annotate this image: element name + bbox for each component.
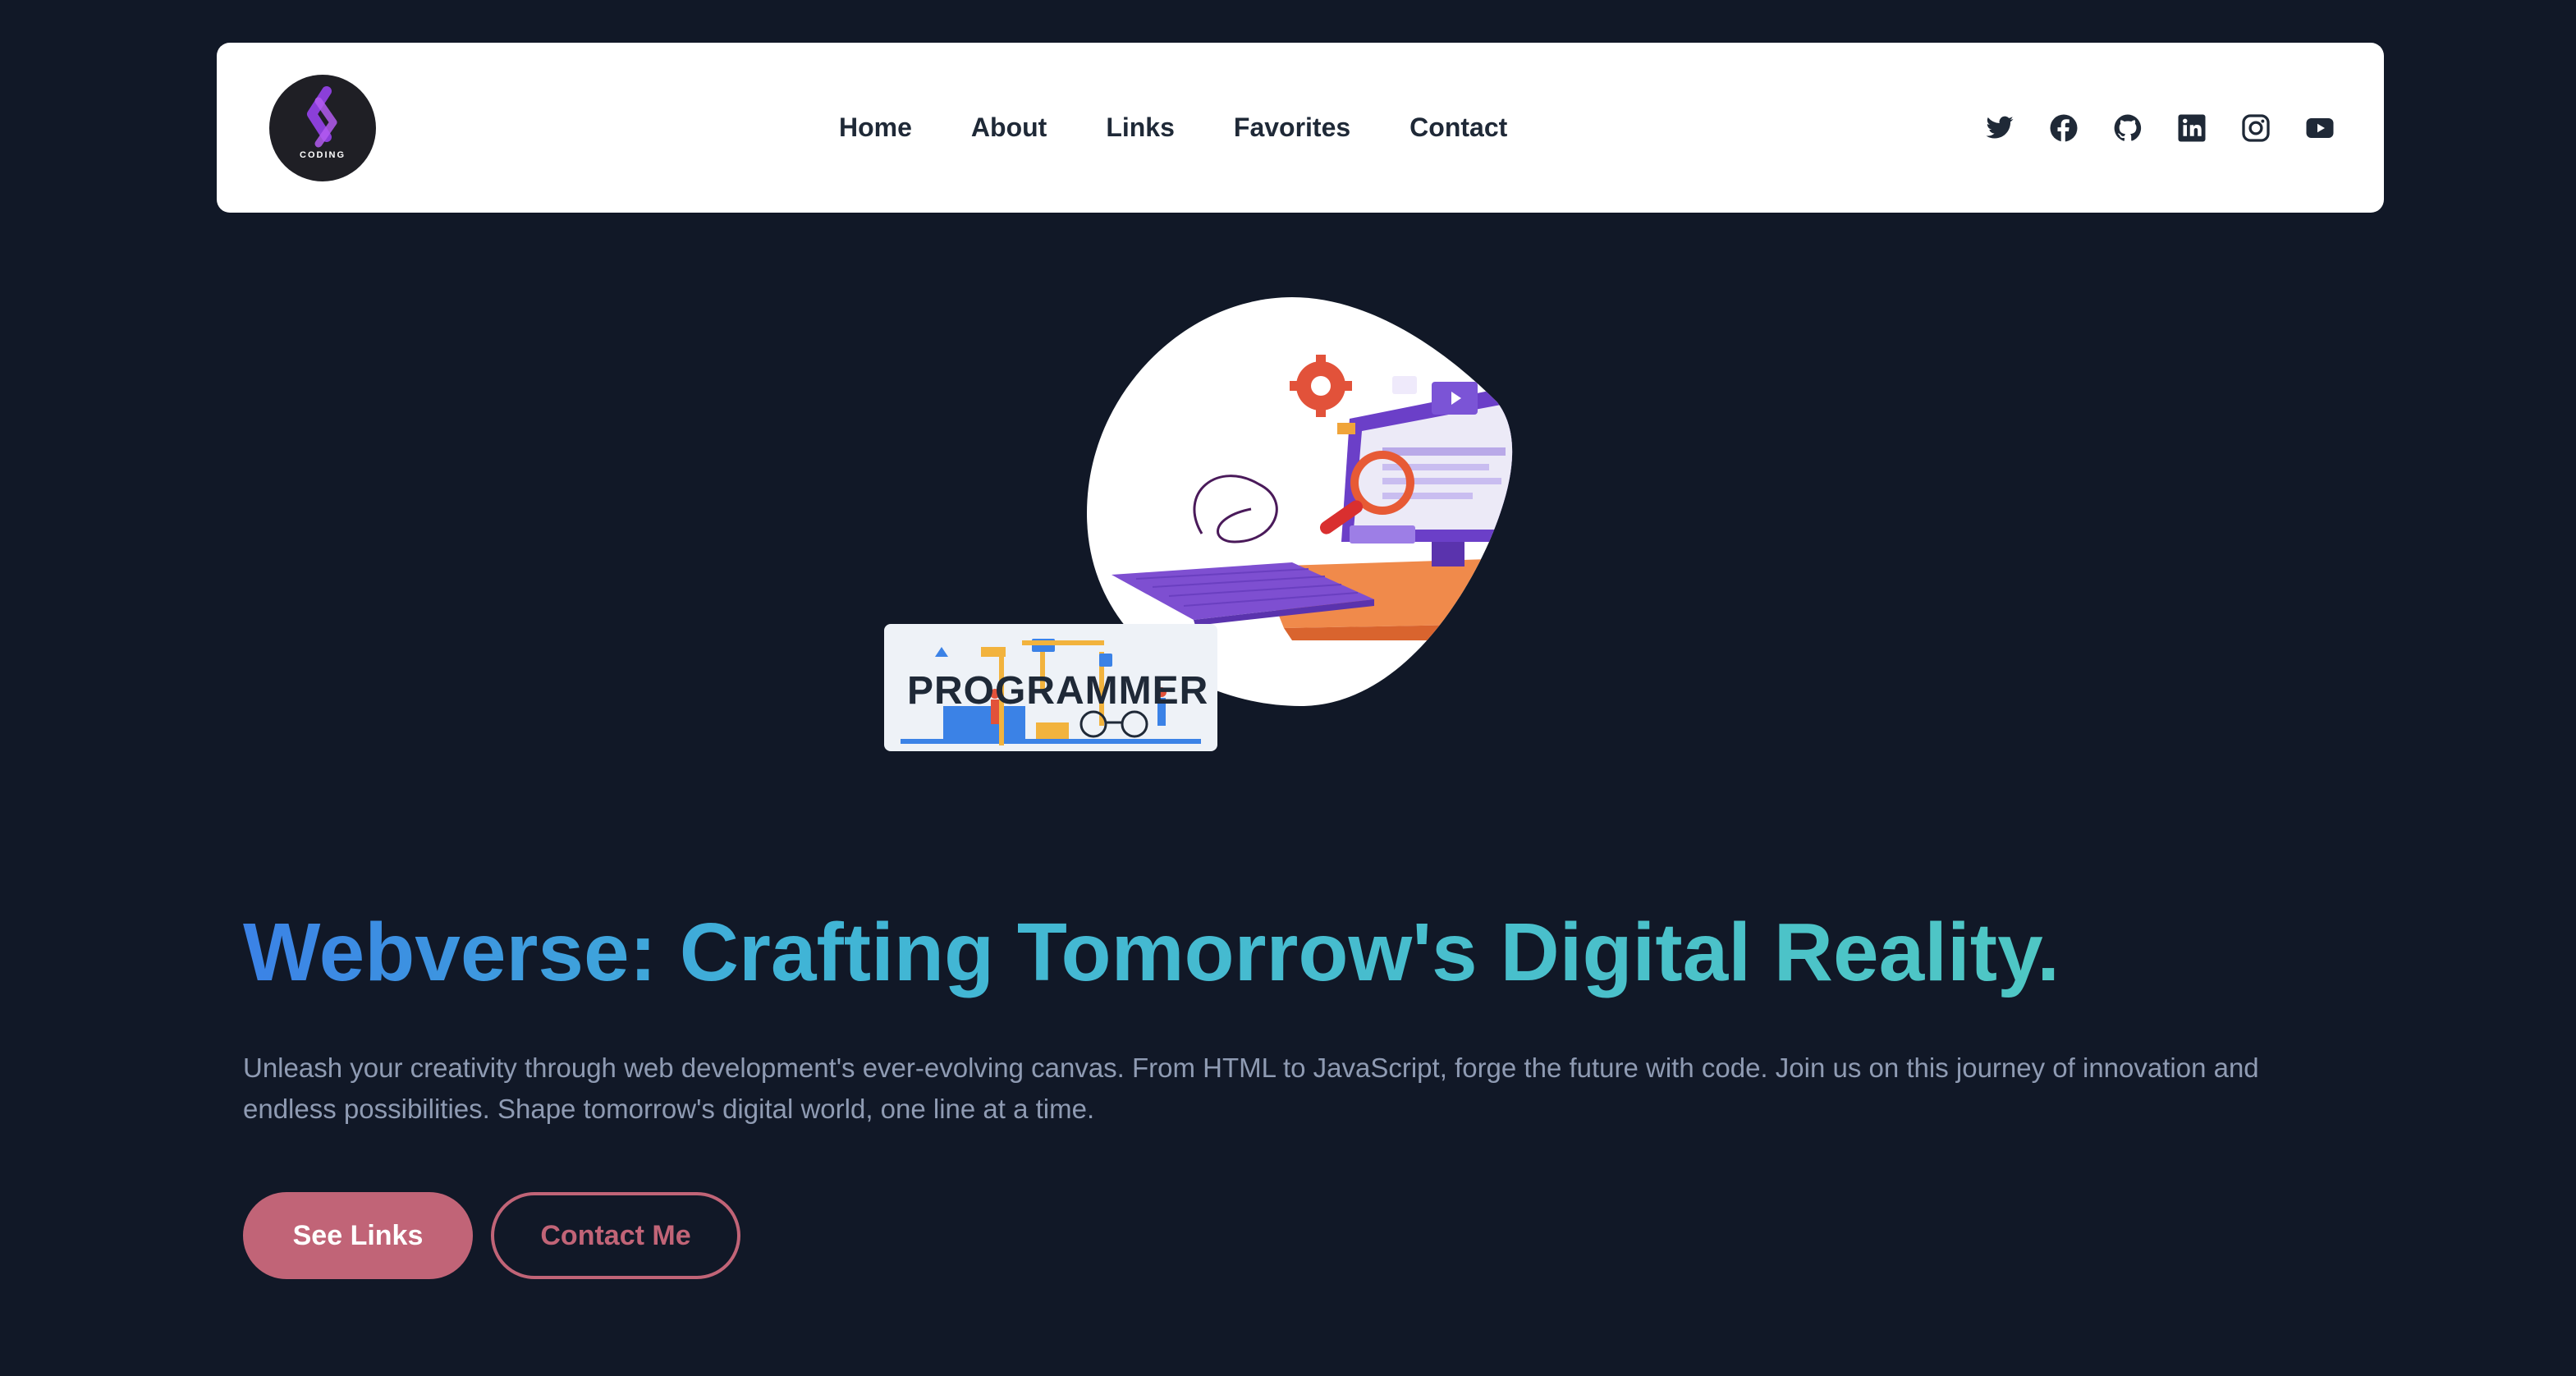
navbar: CODING Home About Links Favorites Contac… [217,43,2384,213]
nav-home[interactable]: Home [839,112,912,143]
main-nav: Home About Links Favorites Contact [839,43,1566,213]
nav-about[interactable]: About [971,112,1047,143]
twitter-icon[interactable] [1985,113,2015,143]
nav-favorites[interactable]: Favorites [1234,112,1350,143]
youtube-icon[interactable] [2305,113,2335,143]
logo[interactable]: CODING [269,75,376,181]
logo-text: CODING [300,150,346,160]
facebook-icon[interactable] [2049,113,2079,143]
coding-logo-icon [307,86,337,148]
hero-subtext: Unleash your creativity through web deve… [243,1053,2259,1124]
linkedin-icon[interactable] [2177,113,2207,143]
nav-contact[interactable]: Contact [1409,112,1507,143]
nav-links[interactable]: Links [1106,112,1175,143]
contact-me-button[interactable]: Contact Me [491,1192,740,1279]
hero-headline: Webverse: Crafting Tomorrow's Digital Re… [243,899,2060,1006]
instagram-icon[interactable] [2241,113,2271,143]
github-icon[interactable] [2113,113,2143,143]
social-links [1950,43,2335,213]
programmer-card: PROGRAMMER [884,624,1217,751]
programmer-card-text: PROGRAMMER [907,669,1209,713]
see-links-button[interactable]: See Links [243,1192,473,1279]
